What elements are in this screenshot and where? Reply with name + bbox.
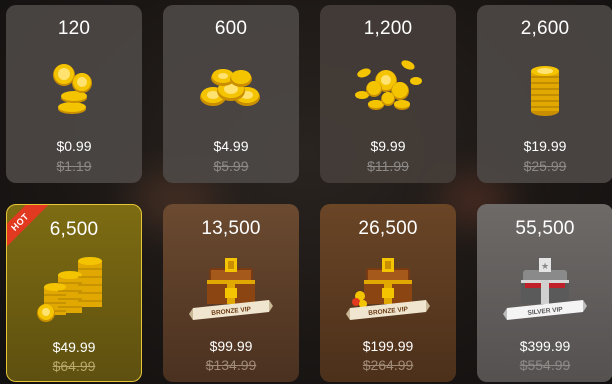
package-card-120[interactable]: 120 $0.99 $1.19: [6, 5, 142, 183]
package-card-2600[interactable]: 2,600 $19.99 $25.99: [477, 5, 612, 183]
coin-pile-icon: [163, 51, 299, 127]
sale-price: $4.99: [213, 138, 249, 154]
original-price: $554.99: [519, 357, 571, 373]
original-price: $5.99: [213, 158, 249, 174]
package-card-26500[interactable]: 26,500 BRONZE VIP $199.99 $264.99: [320, 204, 456, 382]
package-amount: 2,600: [520, 18, 570, 39]
sale-price: $399.99: [519, 338, 571, 354]
package-card-13500[interactable]: 13,500 BRONZE VIP $99.99 $134.99: [163, 204, 299, 382]
original-price: $134.99: [205, 357, 257, 373]
coin-stack-icon: [477, 51, 612, 127]
svg-text:★: ★: [541, 262, 549, 272]
package-amount: 1,200: [363, 18, 413, 39]
package-card-6500[interactable]: HOT 6,500 $49.99 $64.99: [6, 204, 142, 382]
original-price: $1.19: [56, 158, 92, 174]
package-amount: 13,500: [201, 218, 261, 239]
treasure-chest-icon: BRONZE VIP: [320, 250, 456, 326]
original-price: $11.99: [367, 158, 409, 174]
silver-chest-icon: ★ SILVER VIP: [477, 250, 612, 326]
sale-price: $0.99: [56, 138, 92, 154]
sale-price: $9.99: [370, 138, 406, 154]
coin-scatter-icon: [320, 51, 456, 127]
coins-small-icon: [6, 51, 142, 127]
package-amount: 26,500: [358, 218, 418, 239]
sale-price: $99.99: [209, 338, 253, 354]
coin-stacks-icon: [7, 251, 141, 327]
sale-price: $199.99: [362, 338, 414, 354]
original-price: $64.99: [52, 358, 96, 374]
original-price: $264.99: [362, 357, 414, 373]
package-card-1200[interactable]: 1,200 $9.99 $11.99: [320, 5, 456, 183]
package-card-600[interactable]: 600 $4.99 $5.99: [163, 5, 299, 183]
package-amount: 600: [214, 18, 248, 39]
package-amount: 120: [57, 18, 91, 39]
sale-price: $49.99: [52, 339, 96, 355]
package-card-55500[interactable]: 55,500 ★ SILVER VIP $399.99 $554.99: [477, 204, 612, 382]
package-amount: 55,500: [515, 218, 575, 239]
original-price: $25.99: [523, 158, 567, 174]
sale-price: $19.99: [523, 138, 567, 154]
treasure-chest-icon: BRONZE VIP: [163, 250, 299, 326]
package-amount: 6,500: [49, 219, 99, 240]
